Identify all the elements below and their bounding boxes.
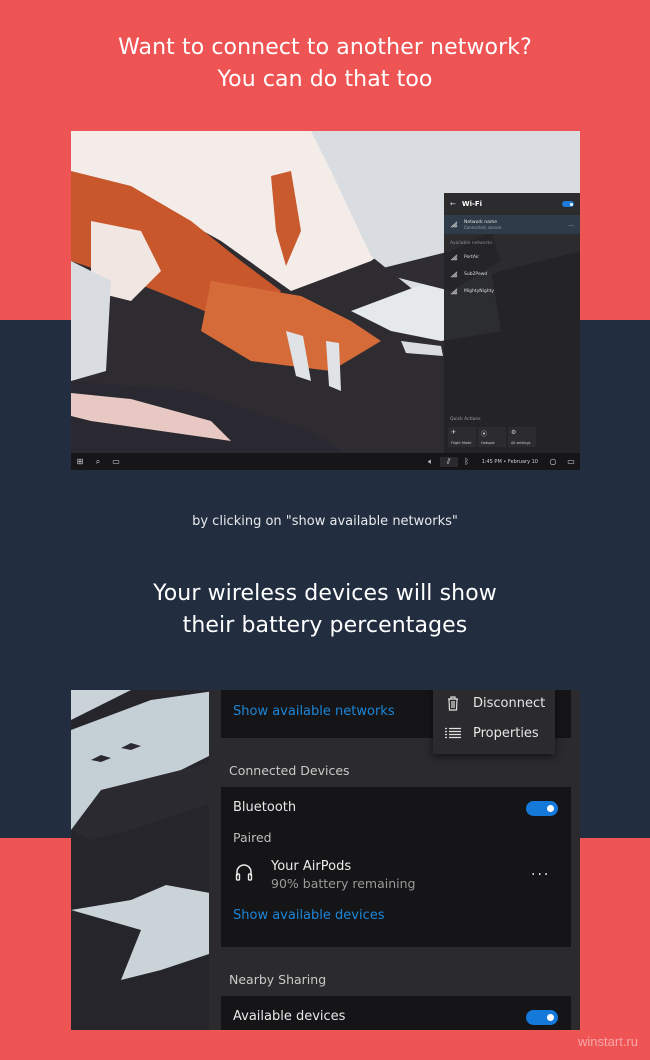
network-name: PortAir <box>464 255 480 260</box>
system-tray: 🔈︎ ⫽ ᛒ 1:45 PM • February 10 ○ ▭ <box>422 453 580 470</box>
device-battery: 90% battery remaining <box>271 876 416 891</box>
watermark: winstart.ru <box>578 1034 638 1049</box>
bluetooth-icon[interactable]: ᛒ <box>458 457 476 466</box>
quick-action-label: All settings <box>511 441 531 445</box>
nearby-sharing-toggle[interactable] <box>526 1010 558 1025</box>
list-icon <box>433 727 473 739</box>
taskbar: ⊞ ⌕ ▭ 🔈︎ ⫽ ᛒ 1:45 PM • February 10 ○ ▭ <box>71 453 580 470</box>
wifi-icon <box>450 271 458 278</box>
search-icon[interactable]: ⌕ <box>89 457 107 467</box>
mountain-wallpaper <box>71 690 221 1030</box>
desktop-screenshot: ← Wi-Fi Network name Connected, secure .… <box>71 131 580 470</box>
current-network[interactable]: Network name Connected, secure ... <box>444 215 580 234</box>
menu-item-properties[interactable]: Properties <box>433 718 555 748</box>
network-item[interactable]: Sub2Pewd <box>444 266 580 283</box>
task-view-icon[interactable]: ▭ <box>107 457 125 466</box>
wifi-icon <box>450 288 458 295</box>
current-network-status: Connected, secure <box>464 224 502 230</box>
headline-bottom: Your wireless devices will show their ba… <box>0 578 650 642</box>
gear-icon: ⚙ <box>511 429 517 436</box>
bluetooth-toggle[interactable] <box>526 801 558 816</box>
taskbar-clock[interactable]: 1:45 PM • February 10 <box>476 459 544 465</box>
headline-bottom-line2: their battery percentages <box>182 613 468 638</box>
available-networks-label: Available networks <box>450 241 493 246</box>
wifi-icon[interactable]: ⫽ <box>439 456 458 467</box>
quick-action-label: Flight Mode <box>451 441 472 445</box>
volume-icon[interactable]: 🔈︎ <box>422 457 440 467</box>
airplane-icon: ✈ <box>451 429 457 436</box>
headphones-icon <box>235 864 253 881</box>
headline-top-line2: You can do that too <box>217 67 433 92</box>
show-available-devices-link[interactable]: Show available devices <box>233 908 385 923</box>
more-options-icon[interactable]: ... <box>531 863 550 879</box>
available-devices-label: Available devices <box>233 1009 346 1024</box>
quick-action-flight-mode[interactable]: ✈ Flight Mode <box>448 427 476 447</box>
context-menu: Disconnect Properties <box>433 690 555 754</box>
quick-action-hotspot[interactable]: ⦿ Hotspot <box>478 427 506 447</box>
windows-start-icon[interactable]: ⊞ <box>71 457 89 466</box>
notification-icon[interactable]: ▭ <box>562 457 580 466</box>
wifi-flyout-header: ← Wi-Fi <box>444 193 580 215</box>
quick-action-all-settings[interactable]: ⚙ All settings <box>508 427 536 447</box>
quick-action-label: Hotspot <box>481 441 495 445</box>
current-network-name: Network name <box>464 219 497 225</box>
quick-actions: ✈ Flight Mode ⦿ Hotspot ⚙ All settings <box>448 427 536 447</box>
network-item[interactable]: MightyNighty <box>444 283 580 300</box>
nearby-sharing-label: Nearby Sharing <box>229 972 327 987</box>
more-options-icon[interactable]: ... <box>568 221 574 228</box>
menu-item-label: Disconnect <box>473 695 546 711</box>
connected-devices-label: Connected Devices <box>229 763 350 778</box>
quick-actions-label: Quick Actions <box>450 417 481 422</box>
caption: by clicking on "show available networks" <box>192 514 458 529</box>
menu-item-label: Properties <box>473 725 539 741</box>
nearby-sharing-card: Available devices <box>221 996 571 1030</box>
paired-label: Paired <box>233 830 272 845</box>
arrow-left-icon[interactable]: ← <box>450 200 456 208</box>
wifi-icon <box>450 254 458 261</box>
settings-screenshot: Show available networks Connected Device… <box>71 690 580 1030</box>
headline-bottom-line1: Your wireless devices will show <box>153 581 497 606</box>
network-name: MightyNighty <box>464 289 495 294</box>
headline-top: Want to connect to another network? You … <box>0 32 650 96</box>
bluetooth-label: Bluetooth <box>233 800 297 815</box>
cortana-circle-icon[interactable]: ○ <box>544 457 562 466</box>
trash-icon <box>433 695 473 711</box>
wifi-flyout: ← Wi-Fi Network name Connected, secure .… <box>444 193 580 453</box>
wifi-icon <box>450 221 458 228</box>
network-name: Sub2Pewd <box>464 272 488 277</box>
device-name[interactable]: Your AirPods <box>271 859 351 874</box>
network-item[interactable]: PortAir <box>444 249 580 266</box>
wifi-flyout-title: Wi-Fi <box>461 200 483 208</box>
hotspot-icon: ⦿ <box>481 431 488 438</box>
bluetooth-card: Bluetooth Paired Your AirPods 90% batter… <box>221 787 571 947</box>
show-available-networks-link[interactable]: Show available networks <box>233 704 395 719</box>
headline-top-line1: Want to connect to another network? <box>118 35 532 60</box>
menu-item-disconnect[interactable]: Disconnect <box>433 690 555 718</box>
wifi-toggle[interactable] <box>562 201 574 207</box>
